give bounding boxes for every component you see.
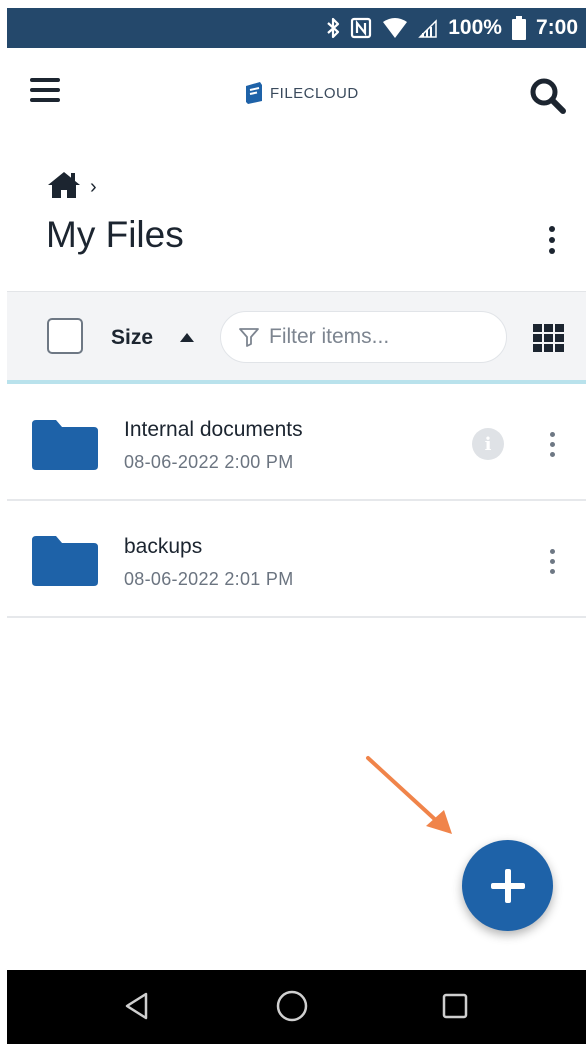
system-navigation-bar — [7, 970, 586, 1044]
filecloud-app-screen: 100% 7:00 FILECLOUD › My Files Size Filt… — [0, 0, 586, 1044]
recents-icon[interactable] — [433, 984, 477, 1028]
nfc-icon — [350, 17, 372, 39]
filter-input[interactable] — [269, 325, 479, 349]
logo-text: FILECLOUD — [270, 84, 359, 102]
hamburger-menu-icon[interactable] — [30, 78, 62, 106]
sort-ascending-icon[interactable] — [180, 333, 194, 342]
page-title: My Files — [46, 214, 184, 255]
folder-icon — [32, 420, 98, 470]
breadcrumb-separator: › — [90, 176, 97, 198]
back-icon[interactable] — [115, 984, 159, 1028]
folder-icon — [32, 536, 98, 586]
file-date: 08-06-2022 2:00 PM — [124, 452, 294, 472]
annotation-arrow-icon — [366, 756, 452, 834]
filter-field[interactable] — [220, 311, 507, 363]
status-bar: 100% 7:00 — [7, 8, 586, 48]
file-name: backups — [124, 535, 203, 558]
list-toolbar: Size — [7, 291, 586, 381]
battery-percent: 100% — [448, 16, 502, 39]
status-time: 7:00 — [535, 16, 578, 39]
home-circle-icon[interactable] — [270, 984, 314, 1028]
battery-icon — [511, 16, 526, 40]
signal-icon — [418, 17, 438, 39]
info-icon[interactable]: i — [472, 428, 504, 460]
grid-view-icon[interactable] — [533, 324, 565, 352]
filter-icon — [239, 328, 259, 347]
app-bar: FILECLOUD — [0, 48, 586, 138]
home-icon[interactable] — [46, 170, 82, 205]
bluetooth-icon — [326, 17, 340, 39]
file-row-backups[interactable]: backups 08-06-2022 2:01 PM — [7, 501, 586, 618]
wifi-icon — [382, 17, 408, 39]
more-options-icon[interactable] — [540, 222, 564, 258]
row-more-options-icon[interactable] — [542, 426, 562, 462]
filecloud-logo-icon — [246, 82, 262, 104]
file-name: Internal documents — [124, 418, 303, 441]
row-more-options-icon[interactable] — [542, 543, 562, 579]
breadcrumb: › — [46, 170, 97, 205]
filecloud-logo: FILECLOUD — [244, 81, 359, 105]
search-icon[interactable] — [528, 76, 568, 116]
plus-icon — [490, 868, 525, 903]
add-button[interactable] — [462, 840, 553, 931]
file-date: 08-06-2022 2:01 PM — [124, 569, 294, 589]
sort-label[interactable]: Size — [111, 326, 153, 350]
file-row-internal-documents[interactable]: Internal documents 08-06-2022 2:00 PM i — [7, 384, 586, 501]
select-all-checkbox[interactable] — [47, 318, 83, 354]
